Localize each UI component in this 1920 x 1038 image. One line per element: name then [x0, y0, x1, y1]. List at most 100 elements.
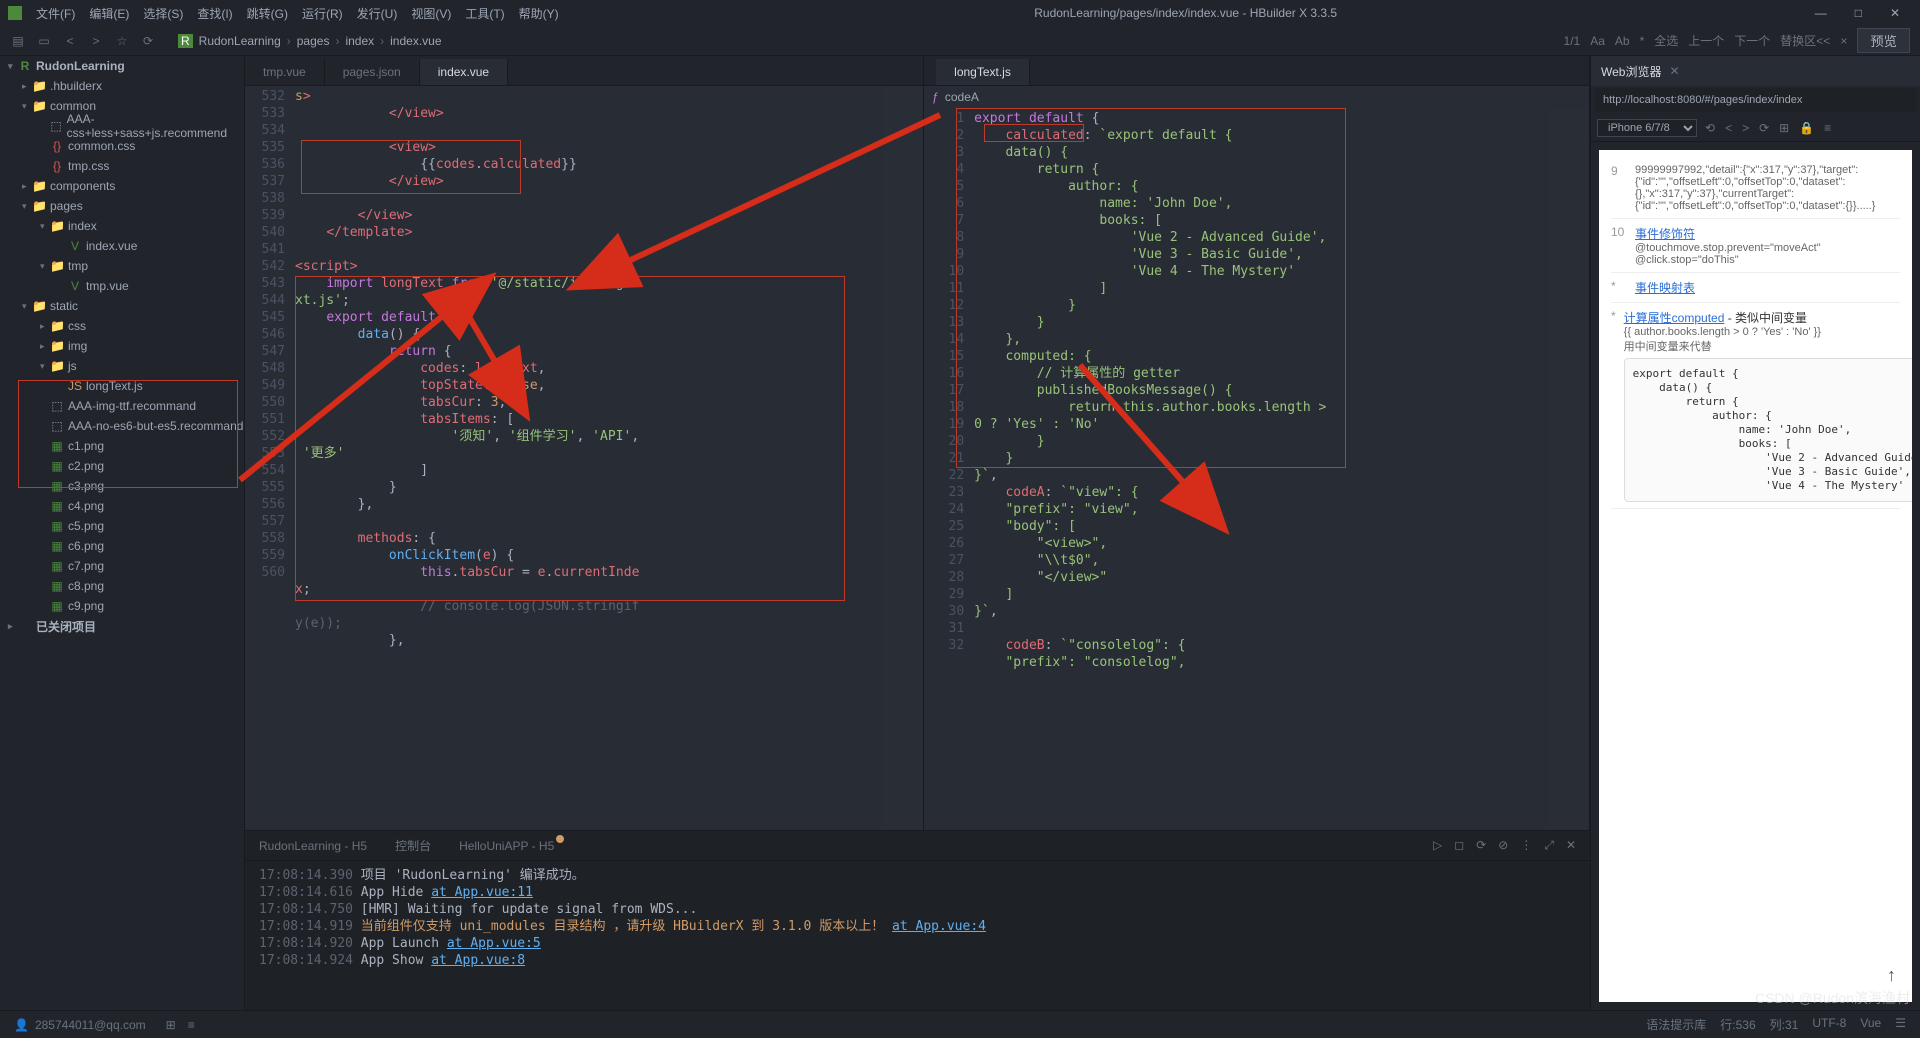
- phone-frame[interactable]: 999999997992,"detail":{"x":317,"y":37},"…: [1599, 150, 1912, 1002]
- tree-item-已关闭项目[interactable]: ▸已关闭项目: [0, 616, 244, 636]
- console-link[interactable]: at App.vue:5: [447, 936, 541, 951]
- find-opt[interactable]: 替换区<<: [1780, 32, 1830, 49]
- tree-item-c7.png[interactable]: ▦c7.png: [0, 556, 244, 576]
- tree-item-img[interactable]: ▸📁img: [0, 336, 244, 356]
- menu-查找(I)[interactable]: 查找(I): [191, 3, 238, 24]
- tree-item-.hbuilderx[interactable]: ▸📁.hbuilderx: [0, 76, 244, 96]
- tree-item-js[interactable]: ▾📁js: [0, 356, 244, 376]
- left-code[interactable]: s> </view> <view> {{codes.calculated}} <…: [295, 86, 883, 830]
- tree-item-c9.png[interactable]: ▦c9.png: [0, 596, 244, 616]
- breadcrumb-item[interactable]: pages: [297, 34, 330, 48]
- console-link[interactable]: at App.vue:8: [431, 953, 525, 968]
- menu-文件(F)[interactable]: 文件(F): [30, 3, 81, 24]
- left-minimap[interactable]: [883, 86, 923, 830]
- tree-item-static[interactable]: ▾📁static: [0, 296, 244, 316]
- file-tree[interactable]: ▾RRudonLearning▸📁.hbuilderx▾📁common⬚AAA-…: [0, 56, 245, 1010]
- tree-item-c1.png[interactable]: ▦c1.png: [0, 436, 244, 456]
- device-select[interactable]: iPhone 6/7/8: [1597, 119, 1697, 137]
- preview-button[interactable]: 预览: [1857, 28, 1910, 53]
- menu-帮助(Y)[interactable]: 帮助(Y): [513, 3, 565, 24]
- tree-item-c2.png[interactable]: ▦c2.png: [0, 456, 244, 476]
- tree-item-components[interactable]: ▸📁components: [0, 176, 244, 196]
- device-reload-icon[interactable]: ⟳: [1759, 121, 1769, 135]
- status-user[interactable]: 👤 285744011@qq.com: [14, 1018, 146, 1032]
- link-item[interactable]: 事件映射表: [1635, 281, 1695, 295]
- console-link[interactable]: at App.vue:4: [892, 919, 986, 934]
- tab-index.vue[interactable]: index.vue: [420, 59, 508, 85]
- sync-icon[interactable]: ⟳: [140, 33, 156, 49]
- tree-item-c5.png[interactable]: ▦c5.png: [0, 516, 244, 536]
- browser-tab[interactable]: Web浏览器 ✕: [1591, 56, 1920, 86]
- find-opt[interactable]: Aa: [1590, 34, 1605, 48]
- maximize-button[interactable]: □: [1847, 6, 1870, 20]
- console-expand-icon[interactable]: ⤢: [1544, 838, 1554, 853]
- menu-运行(R)[interactable]: 运行(R): [296, 3, 349, 24]
- console-body[interactable]: 17:08:14.390 项目 'RudonLearning' 编译成功。17:…: [245, 861, 1590, 1010]
- find-opt[interactable]: 上一个: [1688, 32, 1724, 49]
- tree-item-AAA-no-es6-but-es5.recommand[interactable]: ⬚AAA-no-es6-but-es5.recommand: [0, 416, 244, 436]
- close-icon[interactable]: ✕: [1669, 64, 1679, 78]
- console-stop-icon[interactable]: ◻: [1454, 838, 1464, 853]
- menu-选择(S)[interactable]: 选择(S): [137, 3, 189, 24]
- right-minimap[interactable]: [1549, 108, 1589, 830]
- status-item[interactable]: 语法提示库: [1646, 1016, 1706, 1033]
- grid-icon[interactable]: ⊞: [166, 1018, 176, 1032]
- menu-视图(V)[interactable]: 视图(V): [405, 3, 457, 24]
- tree-item-AAA-img-ttf.recommand[interactable]: ⬚AAA-img-ttf.recommand: [0, 396, 244, 416]
- console-tab[interactable]: RudonLearning - H5: [259, 839, 367, 853]
- close-button[interactable]: ✕: [1882, 6, 1908, 20]
- console-tab[interactable]: HelloUniAPP - H5: [459, 839, 554, 853]
- tree-item-css[interactable]: ▸📁css: [0, 316, 244, 336]
- find-opt[interactable]: *: [1640, 34, 1645, 48]
- menu-发行(U)[interactable]: 发行(U): [351, 3, 404, 24]
- terminal-icon[interactable]: ▭: [36, 33, 52, 49]
- menu-跳转(G)[interactable]: 跳转(G): [241, 3, 294, 24]
- tree-item-tmp.vue[interactable]: Vtmp.vue: [0, 276, 244, 296]
- star-icon[interactable]: ☆: [114, 33, 130, 49]
- status-item[interactable]: Vue: [1860, 1016, 1881, 1033]
- link-item[interactable]: 计算属性computed: [1624, 311, 1725, 325]
- url-bar[interactable]: http://localhost:8080/#/pages/index/inde…: [1595, 88, 1916, 112]
- device-back-icon[interactable]: <: [1725, 121, 1732, 135]
- rotate-icon[interactable]: ⟲: [1705, 121, 1715, 135]
- console-settings-icon[interactable]: ⋮: [1520, 838, 1532, 853]
- console-clear-icon[interactable]: ⊘: [1498, 838, 1508, 853]
- tree-item-index[interactable]: ▾📁index: [0, 216, 244, 236]
- tree-item-index.vue[interactable]: Vindex.vue: [0, 236, 244, 256]
- menu-编辑(E)[interactable]: 编辑(E): [83, 3, 135, 24]
- console-tab[interactable]: 控制台: [395, 837, 431, 854]
- device-fwd-icon[interactable]: >: [1742, 121, 1749, 135]
- tree-item-AAA-css+less+sass+js.recommend[interactable]: ⬚AAA-css+less+sass+js.recommend: [0, 116, 244, 136]
- right-code[interactable]: export default { calculated: `export def…: [974, 108, 1549, 830]
- tab-tmp.vue[interactable]: tmp.vue: [245, 59, 325, 85]
- nav-fwd-icon[interactable]: >: [88, 33, 104, 49]
- tree-item-longText.js[interactable]: JSlongText.js: [0, 376, 244, 396]
- find-opt[interactable]: 全选: [1654, 32, 1678, 49]
- find-opt[interactable]: Ab: [1615, 34, 1630, 48]
- tree-item-pages[interactable]: ▾📁pages: [0, 196, 244, 216]
- device-lock-icon[interactable]: 🔒: [1799, 121, 1814, 135]
- tree-item-c3.png[interactable]: ▦c3.png: [0, 476, 244, 496]
- minimize-button[interactable]: —: [1807, 6, 1835, 20]
- tree-item-c6.png[interactable]: ▦c6.png: [0, 536, 244, 556]
- outline-icon[interactable]: ≡: [188, 1018, 195, 1032]
- tab-longText.js[interactable]: longText.js: [936, 59, 1030, 85]
- tree-item-c8.png[interactable]: ▦c8.png: [0, 576, 244, 596]
- breadcrumb-item[interactable]: RudonLearning: [199, 34, 281, 48]
- scroll-top-icon[interactable]: ↑: [1887, 965, 1896, 986]
- console-refresh-icon[interactable]: ⟳: [1476, 838, 1486, 853]
- device-more-icon[interactable]: ≡: [1824, 121, 1831, 135]
- device-grid-icon[interactable]: ⊞: [1779, 121, 1789, 135]
- status-item[interactable]: 行:536: [1720, 1016, 1755, 1033]
- nav-back-icon[interactable]: <: [62, 33, 78, 49]
- status-item[interactable]: 列:31: [1770, 1016, 1799, 1033]
- tree-item-tmp.css[interactable]: {}tmp.css: [0, 156, 244, 176]
- toggle-sidebar-icon[interactable]: ▤: [10, 33, 26, 49]
- console-close-icon[interactable]: ✕: [1566, 838, 1576, 853]
- status-menu-icon[interactable]: ☰: [1895, 1016, 1906, 1033]
- menu-工具(T)[interactable]: 工具(T): [459, 3, 510, 24]
- breadcrumb-item[interactable]: index: [345, 34, 374, 48]
- tab-pages.json[interactable]: pages.json: [325, 59, 420, 85]
- status-item[interactable]: UTF-8: [1812, 1016, 1846, 1033]
- link-item[interactable]: 事件修饰符: [1635, 227, 1695, 241]
